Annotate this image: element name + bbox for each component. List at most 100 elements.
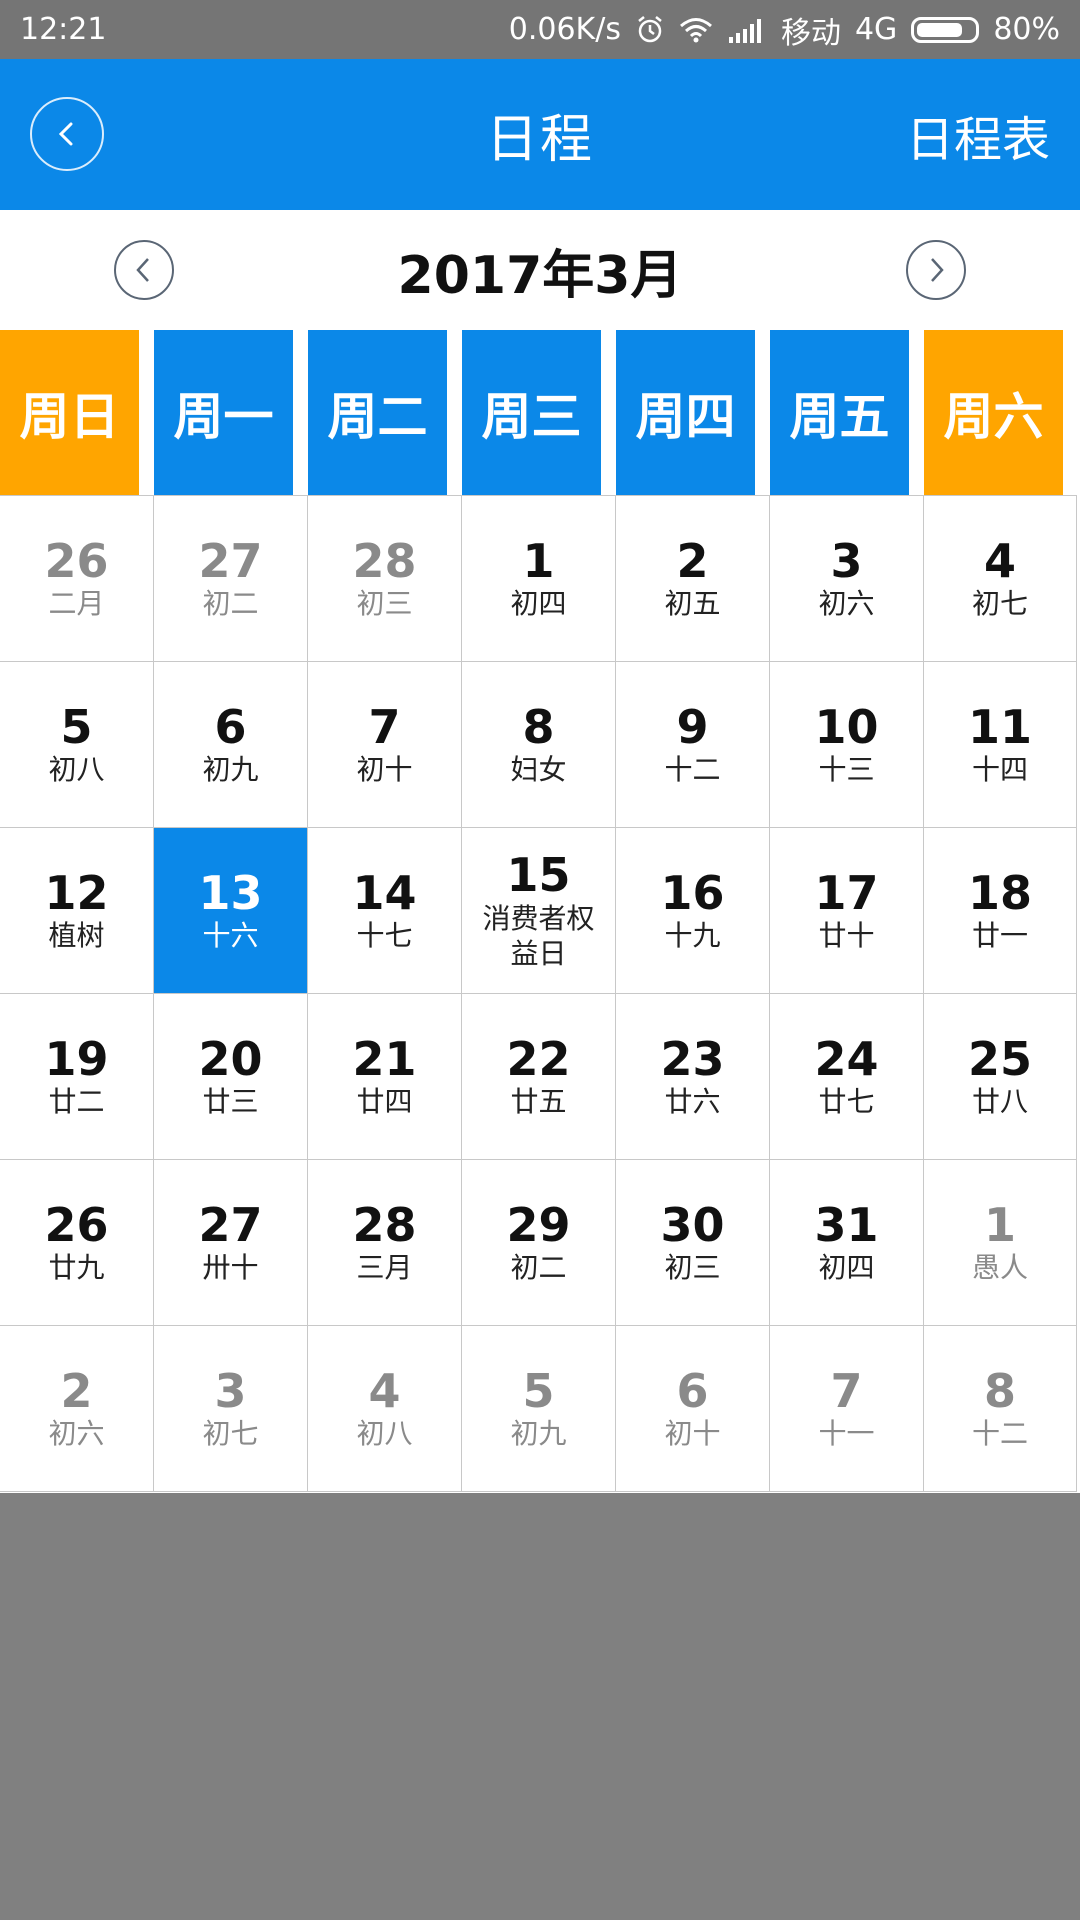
lunar-label: 初八 — [48, 753, 105, 787]
day-cell[interactable]: 2 初六 — [0, 1326, 154, 1492]
day-cell[interactable]: 12 植树 — [0, 828, 154, 994]
day-cell[interactable]: 25 廿八 — [924, 994, 1077, 1160]
day-cell[interactable]: 9 十二 — [616, 662, 770, 828]
day-number: 6 — [676, 1363, 709, 1418]
day-cell[interactable]: 1 愚人 — [924, 1160, 1077, 1326]
battery-icon — [911, 16, 980, 43]
day-cell[interactable]: 27 卅十 — [154, 1160, 308, 1326]
lunar-label: 廿一 — [971, 919, 1028, 953]
network-speed: 0.06K/s — [508, 12, 621, 47]
day-cell[interactable]: 8 妇女 — [462, 662, 616, 828]
day-number: 6 — [214, 699, 247, 754]
day-cell[interactable]: 3 初七 — [154, 1326, 308, 1492]
day-number: 24 — [814, 1031, 879, 1086]
lunar-label: 初七 — [971, 587, 1028, 621]
weekday-label: 周三 — [462, 330, 601, 495]
day-cell[interactable]: 13 十六 — [154, 828, 308, 994]
lunar-label: 初四 — [818, 1251, 875, 1285]
day-number: 28 — [352, 533, 417, 588]
lunar-label: 廿四 — [356, 1085, 413, 1119]
day-number: 26 — [44, 1197, 109, 1252]
day-cell[interactable]: 24 廿七 — [770, 994, 924, 1160]
day-number: 30 — [660, 1197, 725, 1252]
day-number: 22 — [506, 1031, 571, 1086]
day-cell[interactable]: 19 廿二 — [0, 994, 154, 1160]
status-time: 12:21 — [20, 12, 107, 47]
day-cell[interactable]: 7 十一 — [770, 1326, 924, 1492]
day-cell[interactable]: 5 初九 — [462, 1326, 616, 1492]
day-number: 4 — [983, 533, 1016, 588]
day-cell[interactable]: 29 初二 — [462, 1160, 616, 1326]
chevron-right-icon — [931, 258, 944, 282]
day-number: 5 — [522, 1363, 555, 1418]
day-number: 10 — [814, 699, 879, 754]
day-cell[interactable]: 4 初七 — [924, 496, 1077, 662]
day-cell[interactable]: 10 十三 — [770, 662, 924, 828]
day-number: 20 — [198, 1031, 263, 1086]
day-number: 13 — [198, 865, 263, 920]
day-number: 7 — [830, 1363, 863, 1418]
day-number: 25 — [967, 1031, 1032, 1086]
day-cell[interactable]: 26 廿九 — [0, 1160, 154, 1326]
day-number: 31 — [814, 1197, 879, 1252]
lunar-label: 廿三 — [202, 1085, 259, 1119]
day-cell[interactable]: 14 十七 — [308, 828, 462, 994]
day-cell[interactable]: 16 十九 — [616, 828, 770, 994]
day-cell[interactable]: 28 初三 — [308, 496, 462, 662]
day-number: 1 — [522, 533, 555, 588]
day-number: 11 — [967, 699, 1032, 754]
day-number: 15 — [506, 848, 571, 903]
day-cell[interactable]: 18 廿一 — [924, 828, 1077, 994]
day-cell[interactable]: 30 初三 — [616, 1160, 770, 1326]
day-cell[interactable]: 3 初六 — [770, 496, 924, 662]
day-cell[interactable]: 28 三月 — [308, 1160, 462, 1326]
lunar-label: 初八 — [356, 1417, 413, 1451]
lunar-label: 廿七 — [818, 1085, 875, 1119]
day-cell[interactable]: 6 初十 — [616, 1326, 770, 1492]
day-cell[interactable]: 6 初九 — [154, 662, 308, 828]
day-number: 21 — [352, 1031, 417, 1086]
day-number: 27 — [198, 1197, 263, 1252]
day-cell[interactable]: 21 廿四 — [308, 994, 462, 1160]
day-number: 17 — [814, 865, 879, 920]
day-cell[interactable]: 5 初八 — [0, 662, 154, 828]
day-number: 23 — [660, 1031, 725, 1086]
weekday-label: 周日 — [0, 330, 139, 495]
day-cell[interactable]: 26 二月 — [0, 496, 154, 662]
day-cell[interactable]: 7 初十 — [308, 662, 462, 828]
day-cell[interactable]: 8 十二 — [924, 1326, 1077, 1492]
weekday-label: 周一 — [154, 330, 293, 495]
schedule-table-button[interactable]: 日程表 — [906, 59, 1050, 210]
lunar-label: 初二 — [510, 1251, 567, 1285]
lunar-label: 初四 — [510, 587, 567, 621]
weekday-label: 周五 — [770, 330, 909, 495]
calendar: 2017年3月 周日 周一 周二 周三 周四 周五 周六 26 二月 27 初二 28 初三 1 初四 2 初… — [0, 210, 1080, 1493]
lunar-label: 十九 — [664, 919, 721, 953]
lunar-label: 十六 — [202, 919, 259, 953]
lunar-label: 十一 — [818, 1417, 875, 1451]
day-cell[interactable]: 17 廿十 — [770, 828, 924, 994]
lunar-label: 初十 — [356, 753, 413, 787]
day-cell[interactable]: 20 廿三 — [154, 994, 308, 1160]
day-number: 4 — [368, 1363, 401, 1418]
day-cell[interactable]: 31 初四 — [770, 1160, 924, 1326]
day-cell[interactable]: 11 十四 — [924, 662, 1077, 828]
lunar-label: 初二 — [202, 587, 259, 621]
lunar-label: 初三 — [356, 587, 413, 621]
lunar-label: 初三 — [664, 1251, 721, 1285]
lunar-label: 廿八 — [971, 1085, 1028, 1119]
day-number: 18 — [967, 865, 1032, 920]
day-cell[interactable]: 27 初二 — [154, 496, 308, 662]
day-cell[interactable]: 2 初五 — [616, 496, 770, 662]
day-cell[interactable]: 4 初八 — [308, 1326, 462, 1492]
next-month-button[interactable] — [906, 240, 966, 300]
day-cell[interactable]: 22 廿五 — [462, 994, 616, 1160]
day-cell[interactable]: 15 消费者权益日 — [462, 828, 616, 994]
weekday-label: 周二 — [308, 330, 447, 495]
day-number: 9 — [676, 699, 709, 754]
back-button[interactable] — [30, 97, 104, 171]
day-cell[interactable]: 1 初四 — [462, 496, 616, 662]
lunar-label: 植树 — [48, 919, 105, 953]
signal-icon — [727, 17, 767, 43]
day-cell[interactable]: 23 廿六 — [616, 994, 770, 1160]
